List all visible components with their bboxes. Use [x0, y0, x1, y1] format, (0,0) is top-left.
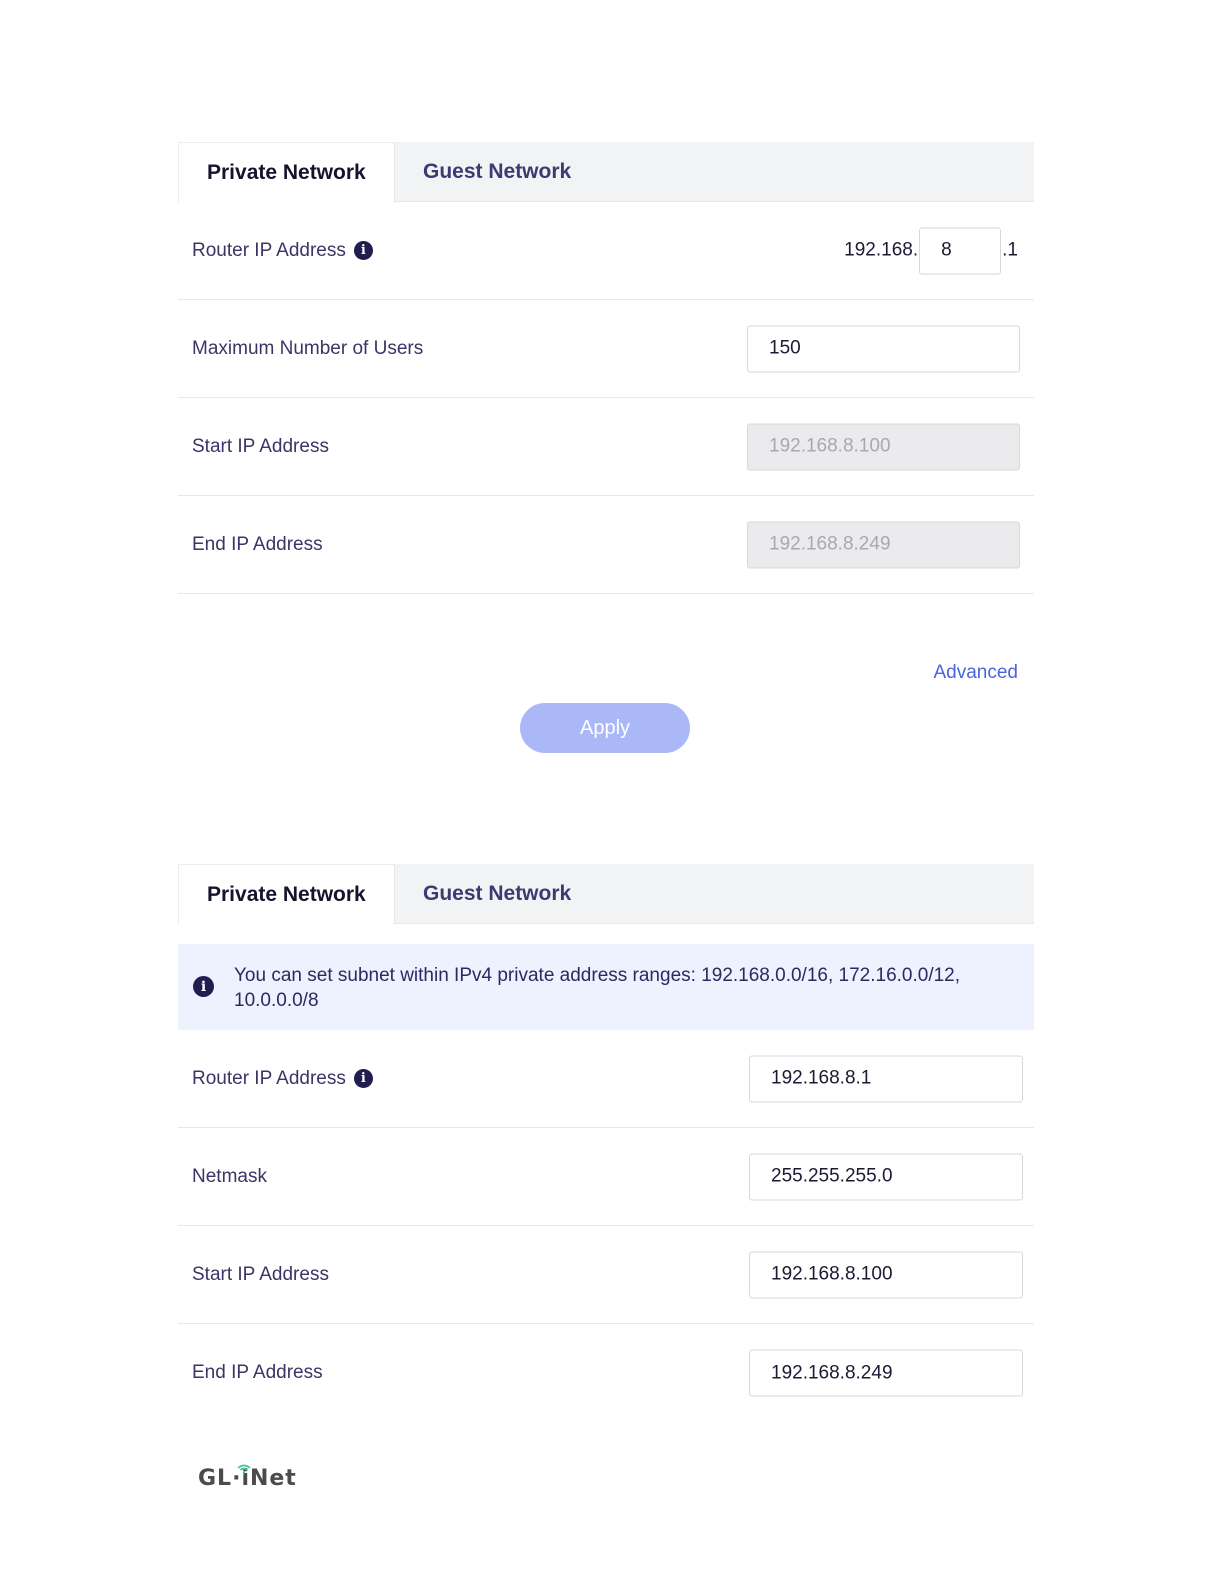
start-ip-row: Start IP Address 192.168.8.100 — [178, 398, 1034, 496]
end-ip-row: End IP Address 192.168.8.249 — [178, 1324, 1034, 1422]
info-icon[interactable]: i — [353, 1069, 373, 1088]
end-ip-label: End IP Address — [192, 1362, 323, 1383]
netmask-input[interactable]: 255.255.255.0 — [749, 1153, 1023, 1200]
start-ip-label: Start IP Address — [192, 1263, 329, 1285]
router-ip-label: Router IP Address i — [192, 240, 373, 262]
max-users-row: Maximum Number of Users 150 — [178, 300, 1034, 398]
router-ip-suffix: .1 — [1002, 239, 1018, 261]
router-ip-row: Router IP Address i 192.168. 8 .1 — [178, 202, 1034, 300]
router-ip-input[interactable]: 192.168.8.1 — [749, 1055, 1023, 1102]
tab-private-network[interactable]: Private Network — [178, 142, 395, 203]
lan-settings-panel-simple: Private Network Guest Network Router IP … — [178, 142, 1034, 753]
tab-guest-network[interactable]: Guest Network — [395, 864, 571, 924]
advanced-link[interactable]: Advanced — [933, 662, 1018, 684]
info-icon: i — [193, 976, 214, 997]
start-ip-input[interactable]: 192.168.8.100 — [749, 1251, 1023, 1298]
start-ip-input: 192.168.8.100 — [747, 423, 1020, 470]
netmask-label: Netmask — [192, 1165, 267, 1187]
router-ip-prefix: 192.168. — [844, 239, 919, 261]
subnet-notice-text: You can set subnet within IPv4 private a… — [234, 965, 961, 1011]
end-ip-input[interactable]: 192.168.8.249 — [749, 1349, 1023, 1397]
end-ip-row: End IP Address 192.168.8.249 — [178, 496, 1034, 594]
wifi-icon — [237, 1464, 251, 1474]
netmask-row: Netmask 255.255.255.0 — [178, 1128, 1034, 1226]
router-ip-label: Router IP Address i — [192, 1068, 373, 1090]
max-users-input[interactable]: 150 — [747, 325, 1020, 372]
start-ip-label: Start IP Address — [192, 435, 329, 457]
gl-inet-logo: GL·iNet — [198, 1464, 297, 1491]
tab-guest-network[interactable]: Guest Network — [395, 142, 571, 202]
router-ip-octet-input[interactable]: 8 — [919, 227, 1002, 274]
router-ip-label-text: Router IP Address — [192, 239, 346, 261]
router-ip-label-text: Router IP Address — [192, 1067, 346, 1089]
end-ip-input: 192.168.8.249 — [747, 521, 1020, 568]
logo-text-left: GL· — [198, 1466, 242, 1491]
tab-private-network[interactable]: Private Network — [178, 864, 395, 925]
end-ip-label: End IP Address — [192, 533, 323, 555]
router-ip-field: 192.168. 8 .1 — [844, 227, 1018, 274]
subnet-notice: i You can set subnet within IPv4 private… — [178, 944, 1034, 1030]
network-tabs: Private Network Guest Network — [178, 864, 1034, 925]
start-ip-row: Start IP Address 192.168.8.100 — [178, 1226, 1034, 1324]
lan-settings-panel-advanced: Private Network Guest Network i You can … — [178, 864, 1034, 1422]
router-ip-row: Router IP Address i 192.168.8.1 — [178, 1030, 1034, 1128]
max-users-label: Maximum Number of Users — [192, 337, 424, 359]
apply-button[interactable]: Apply — [520, 703, 690, 753]
info-icon[interactable]: i — [353, 241, 373, 260]
network-tabs: Private Network Guest Network — [178, 142, 1034, 203]
